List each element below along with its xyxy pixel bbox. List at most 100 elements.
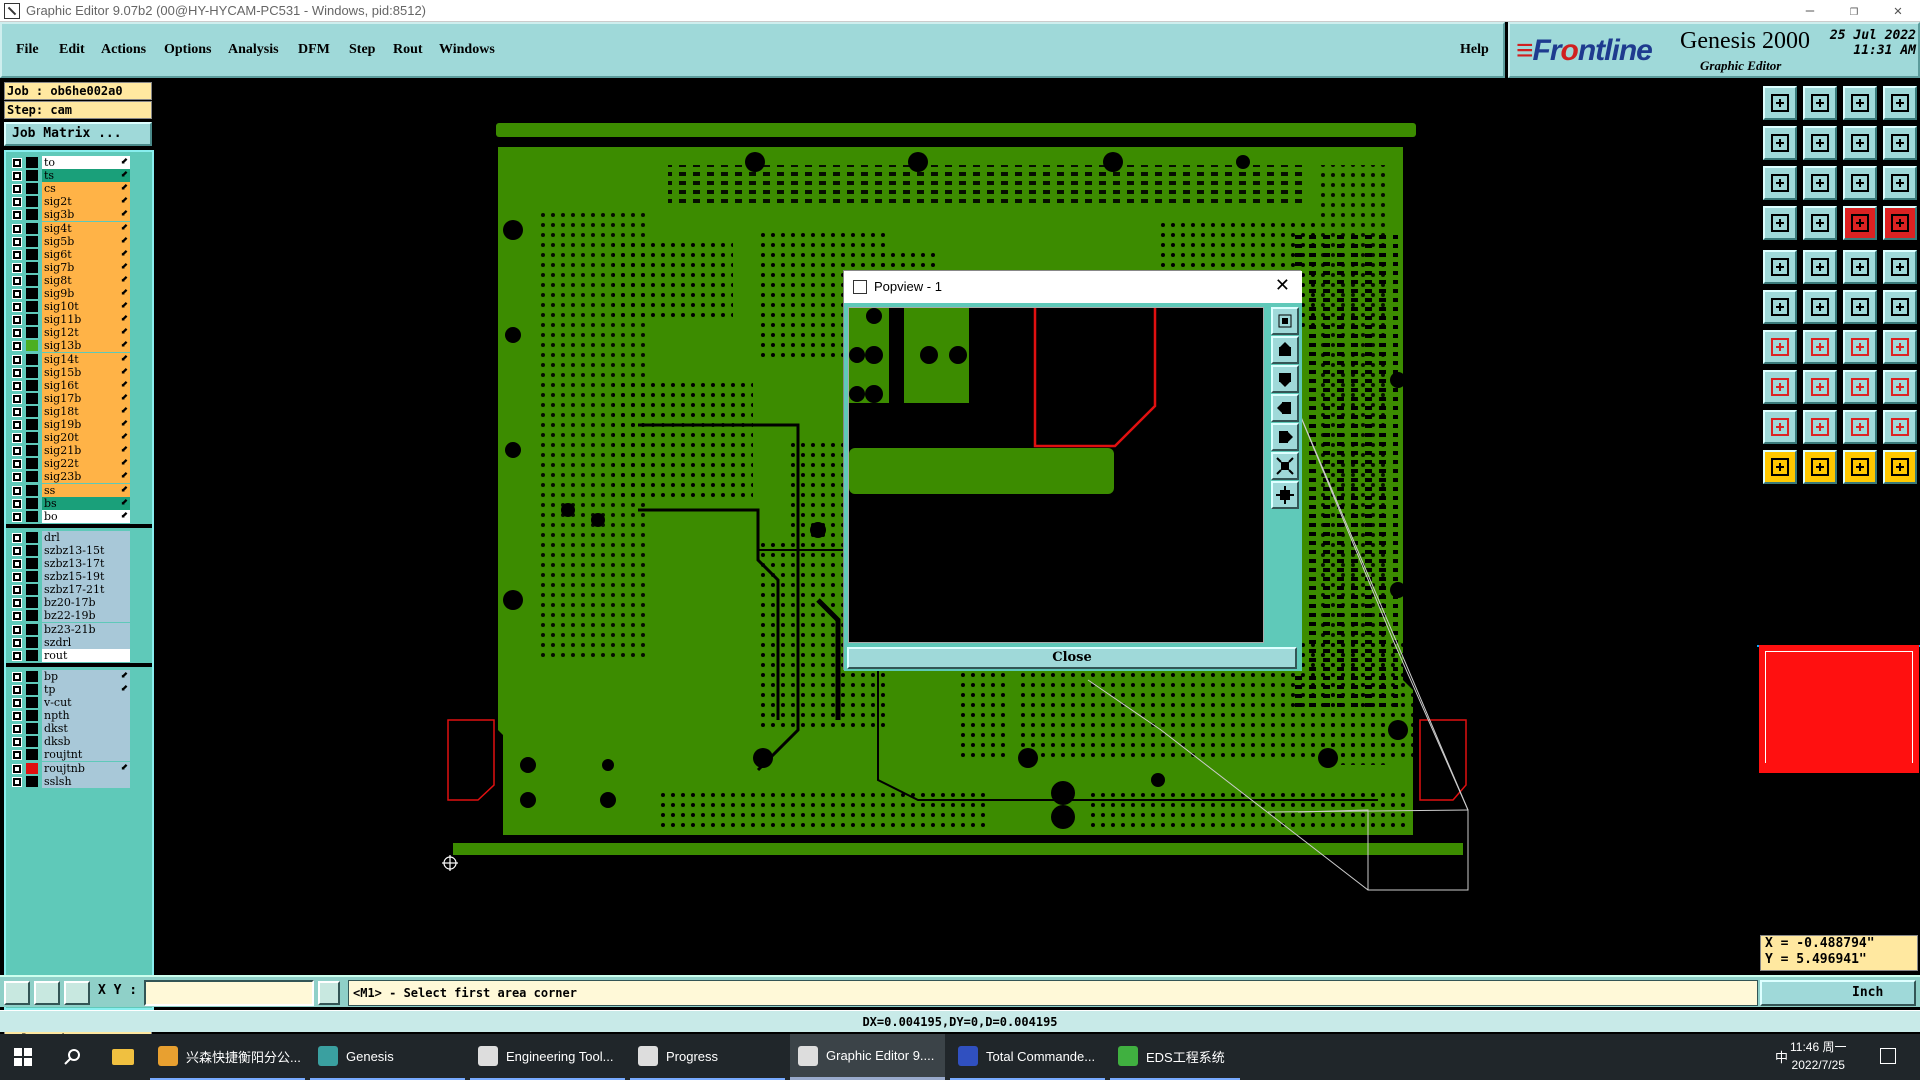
- page-down-icon[interactable]: [1803, 86, 1837, 120]
- layer-name[interactable]: sig14t ⬋: [42, 352, 130, 366]
- layer-name[interactable]: sig19b ⬋: [42, 418, 130, 431]
- layer-name[interactable]: ss ⬋: [42, 483, 130, 497]
- layer-row[interactable]: sig12t ⬋: [8, 326, 130, 340]
- layer-checkbox[interactable]: [12, 572, 22, 583]
- layer-color-swatch[interactable]: [26, 196, 38, 208]
- layer-row[interactable]: sig18t ⬋: [8, 404, 130, 418]
- layer-name[interactable]: bp ⬋: [42, 669, 130, 683]
- layer-row[interactable]: bp ⬋: [8, 669, 130, 683]
- layer-name[interactable]: bz23-21b: [42, 622, 130, 636]
- home-icon[interactable]: [1843, 86, 1877, 120]
- layer-color-swatch[interactable]: [26, 544, 38, 556]
- layer-checkbox[interactable]: [12, 367, 22, 378]
- layer-row[interactable]: sslsh: [8, 774, 130, 788]
- step-pointer-icon[interactable]: [1883, 450, 1917, 484]
- popview-close-icon[interactable]: ✕: [1275, 275, 1290, 296]
- layer-name[interactable]: sig15b ⬋: [42, 365, 130, 379]
- layer-name[interactable]: sig17b ⬋: [42, 391, 130, 405]
- layer-name[interactable]: dksb: [42, 735, 130, 749]
- layer-color-swatch[interactable]: [26, 723, 38, 735]
- layer-name[interactable]: sig5b ⬋: [42, 234, 130, 248]
- layer-checkbox[interactable]: [12, 446, 22, 457]
- layer-name[interactable]: npth: [42, 709, 130, 723]
- layer-checkbox[interactable]: [12, 585, 22, 596]
- layer-color-swatch[interactable]: [26, 340, 38, 352]
- layer-color-swatch[interactable]: [26, 471, 38, 483]
- layer-name[interactable]: dkst: [42, 722, 130, 736]
- layer-checkbox[interactable]: [12, 262, 22, 273]
- layer-row[interactable]: szbz13-15t: [8, 543, 130, 557]
- layer-row[interactable]: sig13b ⬋: [8, 339, 130, 353]
- layer-color-swatch[interactable]: [26, 379, 38, 391]
- taskbar-item[interactable]: Engineering Tool...: [470, 1034, 625, 1080]
- layer-checkbox[interactable]: [12, 289, 22, 299]
- layer-row[interactable]: sig22t ⬋: [8, 457, 130, 471]
- layer-color-swatch[interactable]: [26, 209, 38, 221]
- layer-color-swatch[interactable]: [26, 314, 38, 326]
- job-matrix-button[interactable]: Job Matrix ...: [4, 122, 152, 146]
- fill-icon[interactable]: [1803, 250, 1837, 284]
- layer-checkbox[interactable]: [12, 650, 22, 661]
- layer-checkbox[interactable]: [12, 624, 22, 635]
- layer-color-swatch[interactable]: [26, 749, 38, 761]
- layer-name[interactable]: drl: [42, 530, 130, 544]
- popview-canvas[interactable]: [848, 307, 1264, 643]
- menu-options[interactable]: Options: [164, 42, 211, 58]
- line-icon[interactable]: [1843, 250, 1877, 284]
- layer-name[interactable]: sig4t ⬋: [42, 221, 130, 235]
- layer-name[interactable]: rout: [42, 648, 130, 662]
- layer-row[interactable]: sig16t ⬋: [8, 378, 130, 392]
- layer-row[interactable]: sig8t ⬋: [8, 273, 130, 287]
- layer-checkbox[interactable]: [12, 210, 22, 221]
- layer-row[interactable]: bz23-21b: [8, 622, 130, 636]
- close-window-icon[interactable]: ✕: [1876, 0, 1920, 22]
- layer-row[interactable]: drl: [8, 530, 130, 544]
- layer-name[interactable]: sig20t ⬋: [42, 431, 130, 445]
- layer-color-swatch[interactable]: [26, 762, 38, 774]
- layer-checkbox[interactable]: [12, 498, 22, 509]
- layer-color-swatch[interactable]: [26, 484, 38, 496]
- delete-icon[interactable]: [1803, 370, 1837, 404]
- mini-map[interactable]: [1759, 645, 1919, 773]
- connect-icon[interactable]: [1763, 290, 1797, 324]
- layer-row[interactable]: sig6t ⬋: [8, 247, 130, 261]
- edit-angle-icon[interactable]: [1803, 330, 1837, 364]
- layer-name[interactable]: sig16t ⬋: [42, 378, 130, 392]
- taskbar-item[interactable]: Genesis: [310, 1034, 465, 1080]
- layer-color-swatch[interactable]: [26, 432, 38, 444]
- text-c-icon[interactable]: [1883, 410, 1917, 444]
- file-explorer-icon[interactable]: [104, 1034, 144, 1080]
- restore-icon[interactable]: ❐: [1832, 0, 1876, 22]
- layer-name[interactable]: sig12t ⬋: [42, 326, 130, 340]
- group-icon[interactable]: [1883, 370, 1917, 404]
- layer-color-swatch[interactable]: [26, 510, 38, 522]
- layer-checkbox[interactable]: [12, 328, 22, 339]
- layer-name[interactable]: sig7b ⬋: [42, 260, 130, 274]
- layer-row[interactable]: ts ⬋: [8, 169, 130, 183]
- layer-row[interactable]: dkst: [8, 722, 130, 736]
- layer-color-swatch[interactable]: [26, 623, 38, 635]
- layer-checkbox[interactable]: [12, 171, 22, 182]
- resize-icon[interactable]: [1843, 370, 1877, 404]
- layer-color-swatch[interactable]: [26, 366, 38, 378]
- layer-name[interactable]: sig8t ⬋: [42, 273, 130, 287]
- layer-color-swatch[interactable]: [26, 710, 38, 722]
- layer-row[interactable]: sig23b ⬋: [8, 470, 130, 484]
- layer-checkbox[interactable]: [12, 684, 22, 695]
- layer-row[interactable]: cs ⬋: [8, 182, 130, 196]
- layer-name[interactable]: sig13b ⬋: [42, 339, 130, 353]
- redraw-icon[interactable]: [1883, 126, 1917, 160]
- layer-checkbox[interactable]: [12, 354, 22, 365]
- layer-name[interactable]: ts ⬋: [42, 169, 130, 183]
- layer-row[interactable]: tp ⬋: [8, 682, 130, 696]
- taskbar-item[interactable]: Progress: [630, 1034, 785, 1080]
- layer-color-swatch[interactable]: [26, 405, 38, 417]
- taskbar-item[interactable]: 兴森快捷衡阳分公...: [150, 1034, 305, 1080]
- layer-checkbox[interactable]: [12, 249, 22, 260]
- layer-checkbox[interactable]: [12, 711, 22, 722]
- layer-color-swatch[interactable]: [26, 636, 38, 648]
- layer-name[interactable]: bs ⬋: [42, 496, 130, 510]
- select-pointer-icon[interactable]: [1803, 450, 1837, 484]
- zoom-in-icon[interactable]: [1271, 481, 1299, 509]
- layer-name[interactable]: sig2t ⬋: [42, 195, 130, 209]
